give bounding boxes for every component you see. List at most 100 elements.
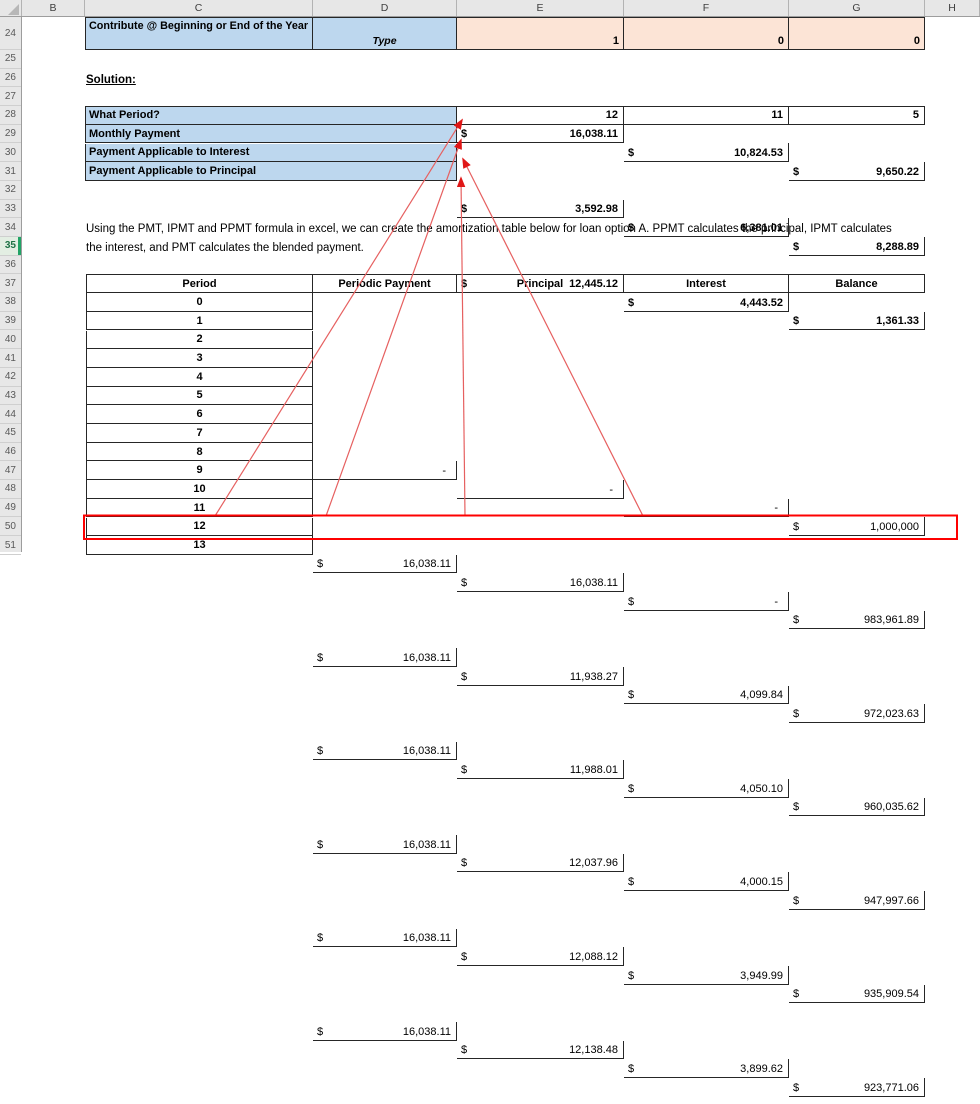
solution-heading[interactable]: Solution:: [86, 74, 136, 86]
amortization-cell[interactable]: $972,023.63: [789, 704, 925, 723]
select-all-corner[interactable]: [0, 0, 22, 16]
row-header-27[interactable]: 27: [0, 87, 21, 107]
row-header-31[interactable]: 31: [0, 162, 21, 181]
contribute-value-cell[interactable]: 0: [789, 17, 925, 50]
period-cell-11[interactable]: 11: [86, 498, 313, 518]
summary-value-cell[interactable]: $1,361.33: [789, 311, 925, 331]
row-header-34[interactable]: 34: [0, 218, 21, 237]
row-header-42[interactable]: 42: [0, 368, 21, 387]
amortization-cell[interactable]: $4,000.15: [624, 872, 789, 892]
row-header-35[interactable]: 35: [0, 237, 21, 256]
column-header-C[interactable]: C: [85, 0, 313, 16]
period-cell-5[interactable]: 5: [86, 386, 313, 406]
amortization-cell[interactable]: $16,038.11: [313, 648, 457, 667]
period-cell-6[interactable]: 6: [86, 405, 313, 424]
amortization-cell[interactable]: $16,038.11: [457, 573, 624, 593]
row-header-51[interactable]: 51: [0, 536, 21, 555]
amortization-cell[interactable]: $16,038.11: [313, 1021, 457, 1041]
row-header-48[interactable]: 48: [0, 480, 21, 499]
row-header-38[interactable]: 38: [0, 293, 21, 312]
explanation-line-2[interactable]: the interest, and PMT calculates the ble…: [86, 242, 364, 254]
period-cell-4[interactable]: 4: [86, 367, 313, 387]
amortization-cell[interactable]: -: [457, 479, 624, 499]
amortization-cell[interactable]: $11,988.01: [457, 760, 624, 779]
amortization-cell[interactable]: $923,771.06: [789, 1078, 925, 1097]
summary-label-cell[interactable]: Payment Applicable to Interest: [85, 143, 457, 163]
column-header-E[interactable]: E: [457, 0, 624, 16]
amortization-cell[interactable]: $960,035.62: [789, 797, 925, 817]
amortization-header-principal[interactable]: Principal: [457, 274, 624, 294]
row-header-39[interactable]: 39: [0, 312, 21, 331]
row-header-49[interactable]: 49: [0, 499, 21, 518]
summary-label-cell[interactable]: Monthly Payment: [85, 124, 457, 144]
row-header-44[interactable]: 44: [0, 405, 21, 424]
explanation-line-1[interactable]: Using the PMT, IPMT and PPMT formula in …: [86, 223, 892, 235]
row-header-46[interactable]: 46: [0, 443, 21, 462]
row-header-24[interactable]: 24: [0, 17, 21, 50]
amortization-cell[interactable]: $11,938.27: [457, 666, 624, 686]
period-cell-9[interactable]: 9: [86, 461, 313, 481]
period-cell-1[interactable]: 1: [86, 311, 313, 331]
period-cell-7[interactable]: 7: [86, 424, 313, 443]
summary-value-cell[interactable]: 11: [624, 106, 789, 125]
row-header-41[interactable]: 41: [0, 349, 21, 368]
summary-value-cell[interactable]: $8,288.89: [789, 236, 925, 256]
amortization-cell[interactable]: $16,038.11: [313, 835, 457, 854]
row-header-50[interactable]: 50: [0, 518, 21, 537]
summary-value-cell[interactable]: $4,443.52: [624, 293, 789, 312]
amortization-cell[interactable]: $12,138.48: [457, 1040, 624, 1060]
row-header-36[interactable]: 36: [0, 256, 21, 275]
amortization-cell[interactable]: -: [624, 498, 789, 518]
row-header-29[interactable]: 29: [0, 125, 21, 144]
column-header-G[interactable]: G: [789, 0, 925, 16]
amortization-cell[interactable]: $16,038.11: [313, 554, 457, 574]
period-cell-13[interactable]: 13: [86, 536, 313, 555]
amortization-cell[interactable]: $983,961.89: [789, 610, 925, 630]
row-header-33[interactable]: 33: [0, 200, 21, 219]
amortization-cell[interactable]: $1,000,000: [789, 517, 925, 537]
period-cell-0[interactable]: 0: [86, 293, 313, 312]
period-cell-3[interactable]: 3: [86, 349, 313, 368]
amortization-cell[interactable]: $4,099.84: [624, 685, 789, 705]
type-label-cell[interactable]: Type: [313, 17, 457, 50]
amortization-cell[interactable]: $16,038.11: [313, 928, 457, 948]
column-header-D[interactable]: D: [313, 0, 457, 16]
row-header-47[interactable]: 47: [0, 461, 21, 481]
amortization-cell[interactable]: $935,909.54: [789, 984, 925, 1004]
amortization-header-periodic-payment[interactable]: Periodic Payment: [313, 274, 457, 294]
summary-value-cell[interactable]: $10,824.53: [624, 143, 789, 163]
column-header-B[interactable]: B: [22, 0, 85, 16]
row-header-43[interactable]: 43: [0, 387, 21, 406]
row-header-45[interactable]: 45: [0, 424, 21, 443]
row-header-26[interactable]: 26: [0, 69, 21, 88]
period-cell-10[interactable]: 10: [86, 480, 313, 499]
contribute-value-cell[interactable]: 1: [457, 17, 624, 50]
amortization-cell[interactable]: $12,088.12: [457, 947, 624, 966]
amortization-cell[interactable]: $12,037.96: [457, 853, 624, 873]
amortization-cell[interactable]: $3,899.62: [624, 1059, 789, 1079]
period-cell-8[interactable]: 8: [86, 442, 313, 462]
row-header-40[interactable]: 40: [0, 331, 21, 350]
contribute-label-cell[interactable]: Contribute @ Beginning or End of the Yea…: [85, 17, 313, 50]
row-header-28[interactable]: 28: [0, 106, 21, 125]
amortization-header-interest[interactable]: Interest: [624, 274, 789, 294]
row-header-32[interactable]: 32: [0, 181, 21, 200]
amortization-header-balance[interactable]: Balance: [789, 274, 925, 294]
amortization-cell[interactable]: $16,038.11: [313, 741, 457, 761]
amortization-cell[interactable]: $4,050.10: [624, 779, 789, 798]
summary-value-cell[interactable]: $9,650.22: [789, 162, 925, 181]
amortization-header-period[interactable]: Period: [86, 274, 313, 294]
summary-label-cell[interactable]: What Period?: [85, 106, 457, 125]
summary-label-cell[interactable]: Payment Applicable to Principal: [85, 162, 457, 181]
row-header-37[interactable]: 37: [0, 274, 21, 294]
summary-value-cell[interactable]: $3,592.98: [457, 199, 624, 219]
amortization-cell[interactable]: $947,997.66: [789, 891, 925, 910]
amortization-cell[interactable]: -: [313, 461, 457, 480]
summary-value-cell[interactable]: 5: [789, 106, 925, 125]
contribute-value-cell[interactable]: 0: [624, 17, 789, 50]
row-header-25[interactable]: 25: [0, 50, 21, 69]
period-cell-12[interactable]: 12: [86, 517, 313, 537]
amortization-cell[interactable]: $ -: [624, 592, 789, 611]
period-cell-2[interactable]: 2: [86, 330, 313, 350]
summary-value-cell[interactable]: 12: [457, 106, 624, 125]
